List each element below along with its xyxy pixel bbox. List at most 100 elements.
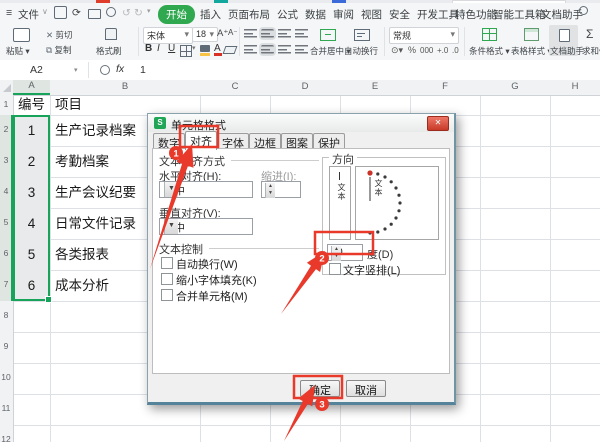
degrees-spinner[interactable]: 90▲▼ [327,244,363,261]
column-header[interactable]: H [550,81,600,92]
row-header[interactable]: 1 [0,99,12,109]
increase-decimal-icon[interactable]: +.0 [437,46,448,55]
merge-cells-checkbox[interactable] [161,289,173,301]
cut-button[interactable]: ✕ 剪切 [46,29,73,41]
tab-smart-toolbox[interactable]: 智能工具箱 [493,7,546,22]
tab-doc-assistant[interactable]: 文档助手 [541,7,583,22]
select-all-corner[interactable] [3,84,11,92]
fx-icon[interactable]: fx [116,63,124,75]
row-header[interactable]: 11 [0,403,12,413]
hamburger-icon[interactable]: ≡ [6,7,12,19]
undo-icon[interactable]: ↺ [122,7,131,19]
column-header-a-selected[interactable]: A [13,80,50,95]
tab-page-layout[interactable]: 页面布局 [228,7,270,22]
row-header[interactable]: 9 [0,341,12,351]
shrink-to-fit-checkbox-label[interactable]: 缩小字体填充(K) [176,272,257,288]
merge-cells-checkbox-label[interactable]: 合并单元格(M) [176,288,248,304]
currency-icon[interactable]: ⊙▾ [391,45,403,56]
decrease-indent-icon[interactable] [295,29,308,38]
column-header[interactable]: B [50,81,200,92]
save-icon[interactable] [54,6,67,22]
italic-button[interactable]: I [157,43,160,54]
row-header[interactable]: 7 [0,279,12,289]
vertical-align-dropdown[interactable]: 居中▼ [159,218,253,235]
align-left-icon[interactable] [244,45,257,54]
cell-a3[interactable]: 2 [13,146,50,177]
caret-icon[interactable]: ▾ [147,7,151,15]
zoom-formula-icon[interactable] [100,65,110,75]
row-header[interactable]: 4 [0,186,12,196]
ok-button[interactable]: 确定 [300,380,340,397]
row-header[interactable]: 6 [0,248,12,258]
cell-a7[interactable]: 6 [13,270,50,301]
row-header[interactable]: 12 [0,434,12,444]
chevron-down-icon[interactable]: ∨ [42,7,48,16]
cell-b7[interactable]: 成本分析 [55,270,109,301]
font-size-combo[interactable]: ▾ 18 [192,27,218,42]
file-menu[interactable]: 文件 [18,7,39,22]
fill-color-icon[interactable] [200,45,210,52]
table-style-button[interactable]: 表格样式 ▾ [511,45,552,57]
row-header[interactable]: 3 [0,155,12,165]
copy-button[interactable]: ⧉ 复制 [46,44,71,56]
row-headers-selected[interactable] [0,115,13,301]
decrease-decimal-icon[interactable]: .0 [452,46,459,55]
spinner-arrows-icon[interactable]: ▲ ▼ [265,183,275,198]
dialog-title-bar[interactable]: S 单元格格式 ✕ [148,114,454,132]
tab-formulas[interactable]: 公式 [277,7,298,22]
tab-data[interactable]: 数据 [305,7,326,22]
tab-view[interactable]: 视图 [361,7,382,22]
paste-button[interactable]: 粘贴 ▾ [6,45,30,57]
name-box-dropdown-icon[interactable]: ▾ [74,66,78,74]
font-name-combo[interactable]: ▾ 宋体 [143,27,193,44]
align-middle-icon[interactable] [261,29,274,38]
orientation-dial[interactable]: 文本 [355,166,439,240]
doc-assistant-button[interactable]: 文档助手 [550,45,584,57]
increase-font-icon[interactable]: A⁺ [217,28,228,39]
print-icon[interactable] [88,6,101,22]
align-right-icon[interactable] [278,45,291,54]
horizontal-align-dropdown[interactable]: 居中▼ [159,181,253,198]
formula-value[interactable]: 1 [140,64,146,76]
cell-a1[interactable]: 编号 [13,95,50,115]
column-header[interactable]: D [270,81,340,92]
shrink-to-fit-checkbox[interactable] [161,273,173,285]
close-icon[interactable]: ✕ [427,116,449,131]
tab-security[interactable]: 安全 [389,7,410,22]
decrease-font-icon[interactable]: A⁻ [228,28,238,37]
justify-icon[interactable] [295,45,308,54]
cell-b2[interactable]: 生产记录档案 [55,115,136,146]
cell-b1[interactable]: 项目 [55,95,82,115]
cell-a4[interactable]: 3 [13,177,50,208]
wrap-text-checkbox-label[interactable]: 自动换行(W) [176,256,238,272]
row-header[interactable]: 10 [0,372,12,382]
tab-special-features[interactable]: 特色功能 [455,7,497,22]
conditional-format-button[interactable]: 条件格式 ▾ [469,45,510,57]
export-icon[interactable]: ⟳ [72,7,81,19]
redo-icon[interactable]: ↻ [134,7,143,19]
cell-b5[interactable]: 日常文件记录 [55,208,136,239]
spinner-arrows-icon[interactable]: ▲ ▼ [331,246,341,261]
eraser-icon[interactable] [222,46,238,54]
column-header[interactable]: C [200,81,270,92]
wrap-text-button[interactable]: 自动换行 [344,45,378,57]
align-bottom-icon[interactable] [278,29,291,38]
cell-b3[interactable]: 考勤档案 [55,146,109,177]
search-icon[interactable] [579,6,588,18]
vertical-text-sample[interactable]: 文本 [329,166,351,240]
number-format-combo[interactable]: ▾ 常规 [389,27,459,44]
sum-button[interactable]: 求和▾ [582,45,600,57]
chevron-down-icon[interactable]: ▾ [192,44,196,52]
column-header[interactable]: F [410,81,480,92]
vertical-text-checkbox-label[interactable]: 文字竖排(L) [343,262,400,278]
column-header[interactable]: G [480,81,550,92]
row-header[interactable]: 8 [0,310,12,320]
tab-insert[interactable]: 插入 [200,7,221,22]
cell-a2[interactable]: 1 [13,115,50,146]
cell-a5[interactable]: 4 [13,208,50,239]
percent-icon[interactable]: % [408,45,416,55]
underline-button[interactable]: U [168,43,175,54]
cell-a6[interactable]: 5 [13,239,50,270]
indent-spinner[interactable]: 0▲▼ [261,181,301,198]
column-header[interactable]: E [340,81,410,92]
